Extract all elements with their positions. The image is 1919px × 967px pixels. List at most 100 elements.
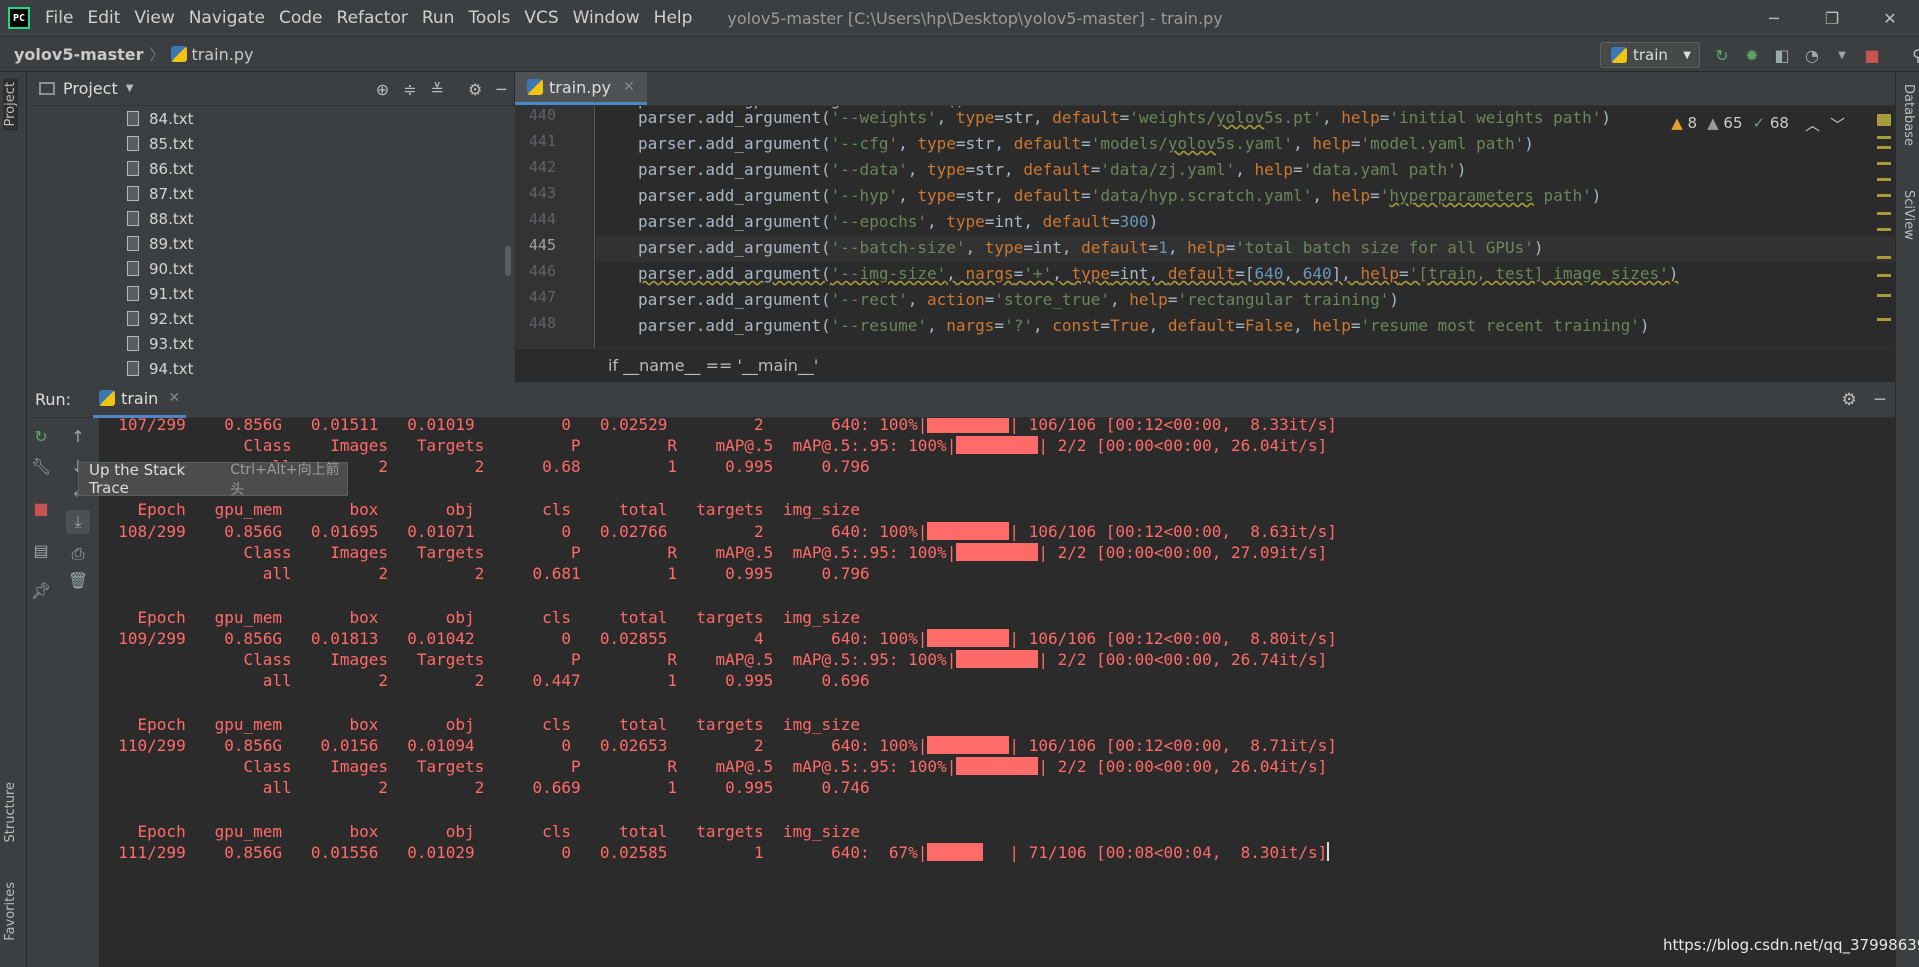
- console-output[interactable]: 107/299 0.856G 0.01511 0.01019 0 0.02529…: [99, 418, 1895, 967]
- project-panel-title[interactable]: Project: [63, 79, 118, 98]
- file-tree-item[interactable]: 84.txt: [27, 106, 515, 131]
- stop-icon[interactable]: ■: [1862, 45, 1882, 65]
- watermark-url: https://blog.csdn.net/qq_37998639: [1663, 936, 1919, 954]
- sciview-tool-tab[interactable]: SciView: [1901, 190, 1916, 240]
- gear-icon[interactable]: ⚙: [468, 80, 482, 99]
- chevron-down-icon[interactable]: ▼: [126, 83, 134, 94]
- file-tree-item[interactable]: 90.txt: [27, 256, 515, 281]
- structure-tool-tab[interactable]: Structure: [3, 782, 18, 842]
- tab-train-py[interactable]: train.py ✕: [515, 72, 647, 105]
- gear-icon[interactable]: ⚙: [1842, 390, 1857, 410]
- minimize-icon[interactable]: ─: [1745, 0, 1803, 36]
- line-number: 447: [528, 288, 556, 306]
- file-tree-item[interactable]: 92.txt: [27, 306, 515, 331]
- menu-edit[interactable]: Edit: [80, 0, 127, 36]
- check-icon: ✓: [1752, 114, 1766, 132]
- console-text: 110/299 0.856G 0.0156 0.01094 0 0.02653 …: [99, 736, 928, 755]
- text-file-icon: [127, 161, 139, 176]
- breadcrumb-file[interactable]: train.py: [170, 45, 253, 64]
- database-tool-tab[interactable]: Database: [1901, 84, 1916, 146]
- file-tree-item[interactable]: 88.txt: [27, 206, 515, 231]
- menu-tools[interactable]: Tools: [461, 0, 517, 36]
- close-icon[interactable]: ✕: [168, 390, 180, 406]
- console-line: Epoch gpu_mem box obj cls total targets …: [99, 822, 860, 841]
- menu-file[interactable]: File: [38, 0, 80, 36]
- menu-help[interactable]: Help: [647, 0, 700, 36]
- print-icon[interactable]: ⎙: [66, 542, 90, 566]
- file-tree-item[interactable]: 87.txt: [27, 181, 515, 206]
- console-text: 109/299 0.856G 0.01813 0.01042 0 0.02855…: [99, 629, 928, 648]
- file-tree-item[interactable]: 91.txt: [27, 281, 515, 306]
- expand-all-icon[interactable]: ≑: [403, 80, 416, 99]
- layout-icon[interactable]: ▤: [29, 538, 53, 562]
- hide-icon[interactable]: ─: [1875, 390, 1885, 410]
- favorites-tool-tab[interactable]: Favorites: [3, 882, 18, 941]
- file-tree-item[interactable]: 86.txt: [27, 156, 515, 181]
- python-icon: [1611, 47, 1627, 63]
- hide-icon[interactable]: ─: [496, 80, 506, 99]
- console-line: 111/299 0.856G 0.01556 0.01029 0 0.02585…: [99, 842, 1330, 864]
- stop-icon[interactable]: ■: [29, 496, 53, 520]
- next-highlight-icon[interactable]: ﹀: [1830, 114, 1845, 135]
- trash-icon[interactable]: 🗑︎: [66, 568, 90, 592]
- tab-run-train[interactable]: train ✕: [93, 382, 187, 418]
- console-line: 108/299 0.856G 0.01695 0.01071 0 0.02766…: [99, 521, 1337, 543]
- error-stripe[interactable]: [1877, 108, 1891, 346]
- tooltip: Up the Stack Trace Ctrl+Alt+向上箭头: [78, 461, 348, 498]
- debug-icon[interactable]: ✹: [1742, 45, 1762, 65]
- file-name: 85.txt: [149, 134, 194, 153]
- tooltip-text: Up the Stack Trace: [89, 461, 186, 497]
- profile-icon[interactable]: ◔: [1802, 45, 1822, 65]
- code-area[interactable]: parser = argparse.ArgumentParser() parse…: [596, 106, 1895, 348]
- more-dropdown-icon[interactable]: ▼: [1832, 45, 1852, 65]
- collapse-all-icon[interactable]: ≚: [431, 80, 444, 99]
- menu-window[interactable]: Window: [566, 0, 647, 36]
- file-tree-item[interactable]: 89.txt: [27, 231, 515, 256]
- scrollbar[interactable]: [505, 246, 511, 276]
- up-stack-trace-icon[interactable]: ↑: [66, 424, 90, 448]
- project-tool-tab[interactable]: Project: [3, 78, 18, 131]
- close-icon[interactable]: ✕: [623, 79, 635, 95]
- ok-count: ✓ 68: [1753, 114, 1789, 135]
- inspection-widget[interactable]: ▲ 8 ▲ 65 ✓ 68 ︿ ﹀: [1671, 114, 1845, 135]
- progress-bar: [956, 436, 1039, 454]
- locate-icon[interactable]: ⊕: [376, 80, 389, 99]
- menu-run[interactable]: Run: [415, 0, 462, 36]
- menu-vcs[interactable]: VCS: [517, 0, 565, 36]
- pin-icon[interactable]: 📌︎: [29, 578, 53, 602]
- previous-highlight-icon[interactable]: ︿: [1805, 114, 1820, 135]
- search-icon[interactable]: ⚲: [1908, 45, 1919, 65]
- console-line: Class Images Targets P R mAP@.5 mAP@.5:.…: [99, 756, 1327, 778]
- menu-navigate[interactable]: Navigate: [182, 0, 272, 36]
- run-with-coverage-icon[interactable]: ◧: [1772, 45, 1792, 65]
- file-tree-item[interactable]: 85.txt: [27, 131, 515, 156]
- console-text: Class Images Targets P R mAP@.5 mAP@.5:.…: [99, 543, 957, 562]
- code-breadcrumb[interactable]: if __name__ == '__main__': [515, 348, 1895, 382]
- file-tree-item[interactable]: 94.txt: [27, 356, 515, 381]
- menu-refactor[interactable]: Refactor: [330, 0, 415, 36]
- line-number: 448: [528, 314, 556, 332]
- close-icon[interactable]: ✕: [1861, 0, 1919, 36]
- scroll-to-end-icon[interactable]: ⤓: [66, 510, 90, 534]
- menu-view[interactable]: View: [127, 0, 181, 36]
- restore-icon[interactable]: ❐: [1803, 0, 1861, 36]
- progress-bar: [956, 757, 1039, 775]
- run-configuration-label: train: [1633, 46, 1668, 64]
- run-panel-label: Run:: [35, 390, 72, 409]
- rerun-icon[interactable]: ↻: [29, 424, 53, 448]
- console-line: all 2 2 0.447 1 0.995 0.696: [99, 671, 870, 690]
- error-count: ▲ 8: [1671, 114, 1697, 135]
- console-line: Epoch gpu_mem box obj cls total targets …: [99, 500, 860, 519]
- wrench-icon[interactable]: 🔧︎: [29, 454, 53, 478]
- python-icon: [99, 390, 116, 406]
- rerun-icon[interactable]: ↻: [1712, 45, 1732, 65]
- navigation-bar: yolov5-master 〉 train.py train ▼ ↻ ✹ ◧ ◔…: [0, 36, 1919, 72]
- folder-icon: [39, 82, 55, 95]
- file-tree-item[interactable]: 93.txt: [27, 331, 515, 356]
- breadcrumb-project[interactable]: yolov5-master: [14, 45, 143, 64]
- code-line: parser.add_argument('--cfg', type=str, d…: [638, 134, 1534, 153]
- run-configuration-select[interactable]: train ▼: [1600, 42, 1700, 68]
- code-editor: train.py ✕ 440 441 442 443 444 445 446 4…: [515, 72, 1895, 382]
- code-line: parser.add_argument('--hyp', type=str, d…: [638, 186, 1602, 205]
- menu-code[interactable]: Code: [272, 0, 330, 36]
